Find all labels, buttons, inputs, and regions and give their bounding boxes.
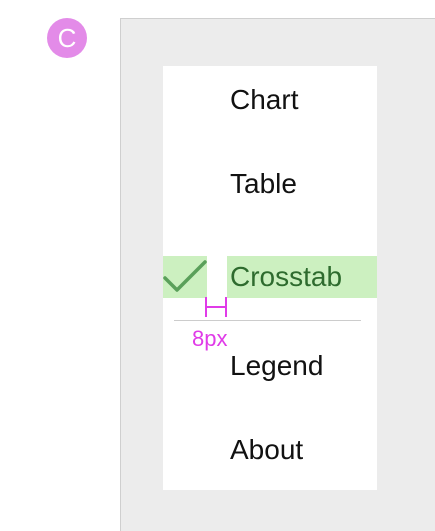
menu-item-crosstab[interactable]: Crosstab	[163, 256, 377, 312]
check-icon	[163, 260, 207, 292]
menu-item-label: Chart	[230, 84, 299, 115]
menu: Chart Table Crosstab Legend About	[163, 66, 377, 490]
menu-divider	[174, 320, 361, 321]
spacing-marker-icon	[205, 297, 227, 317]
menu-item-about[interactable]: About	[163, 426, 377, 482]
menu-item-chart[interactable]: Chart	[163, 76, 377, 132]
menu-item-table[interactable]: Table	[163, 160, 377, 216]
menu-item-label: Legend	[230, 350, 324, 381]
menu-item-label: Table	[230, 168, 297, 199]
menu-item-label: Crosstab	[230, 261, 343, 292]
menu-item-label: About	[230, 434, 304, 465]
annotation-badge: C	[47, 18, 87, 58]
spacing-label: 8px	[192, 326, 228, 351]
